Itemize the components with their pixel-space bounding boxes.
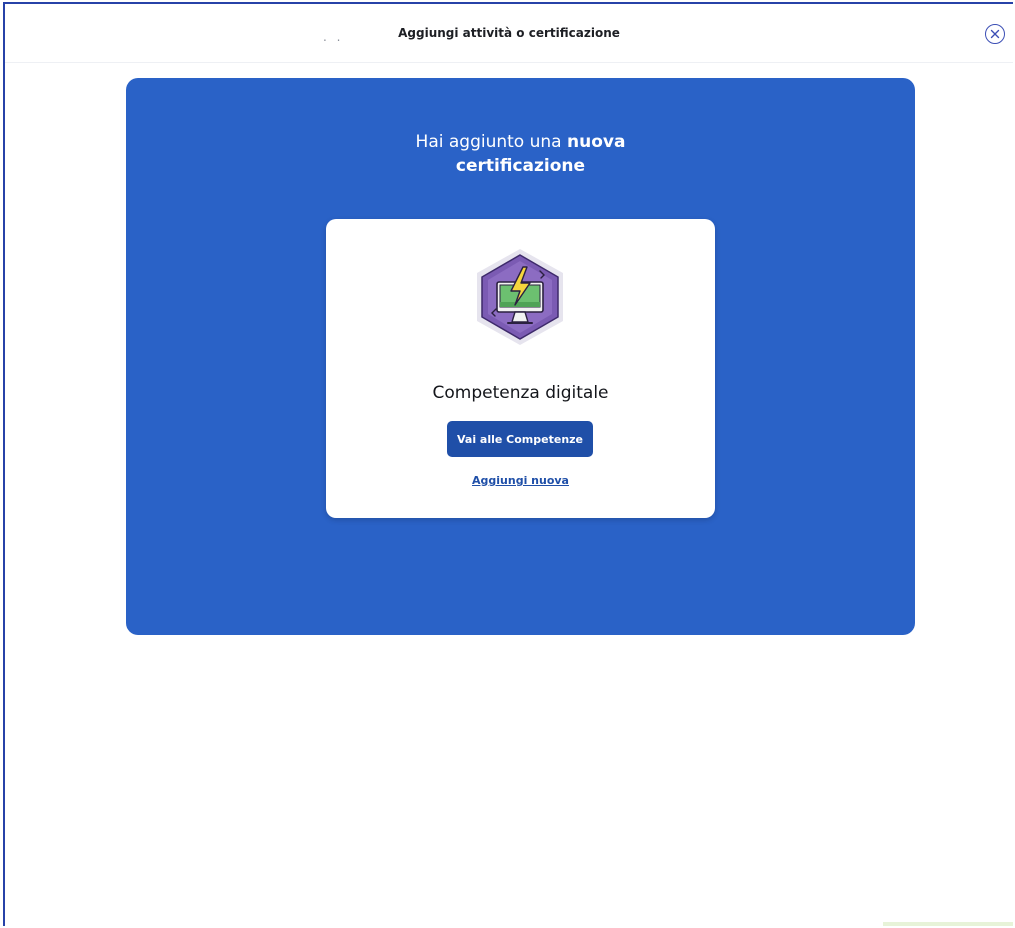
modal-title: Aggiungi attività o certificazione: [398, 26, 620, 40]
banner-title-bold-1: nuova: [567, 132, 626, 152]
success-banner: Hai aggiunto una nuova certificazione Co…: [126, 78, 915, 635]
banner-title-bold-2: certificazione: [455, 156, 586, 176]
certification-card: Competenza digitale Vai alle Competenze …: [326, 219, 715, 518]
certification-title: Competenza digitale: [432, 383, 609, 403]
modal-window: . . Aggiungi attività o certificazione H…: [3, 2, 1013, 926]
add-new-link[interactable]: Aggiungi nuova: [326, 474, 715, 487]
modal-header: . . Aggiungi attività o certificazione: [5, 4, 1013, 63]
close-icon: [990, 29, 1000, 39]
close-button[interactable]: [985, 24, 1005, 44]
banner-title-regular: Hai aggiunto una: [415, 132, 567, 152]
banner-title: Hai aggiunto una nuova certificazione: [126, 130, 915, 178]
digital-competence-badge-icon: [477, 249, 563, 345]
bottom-strip: [883, 922, 1013, 926]
go-to-competences-button[interactable]: Vai alle Competenze: [447, 421, 593, 457]
